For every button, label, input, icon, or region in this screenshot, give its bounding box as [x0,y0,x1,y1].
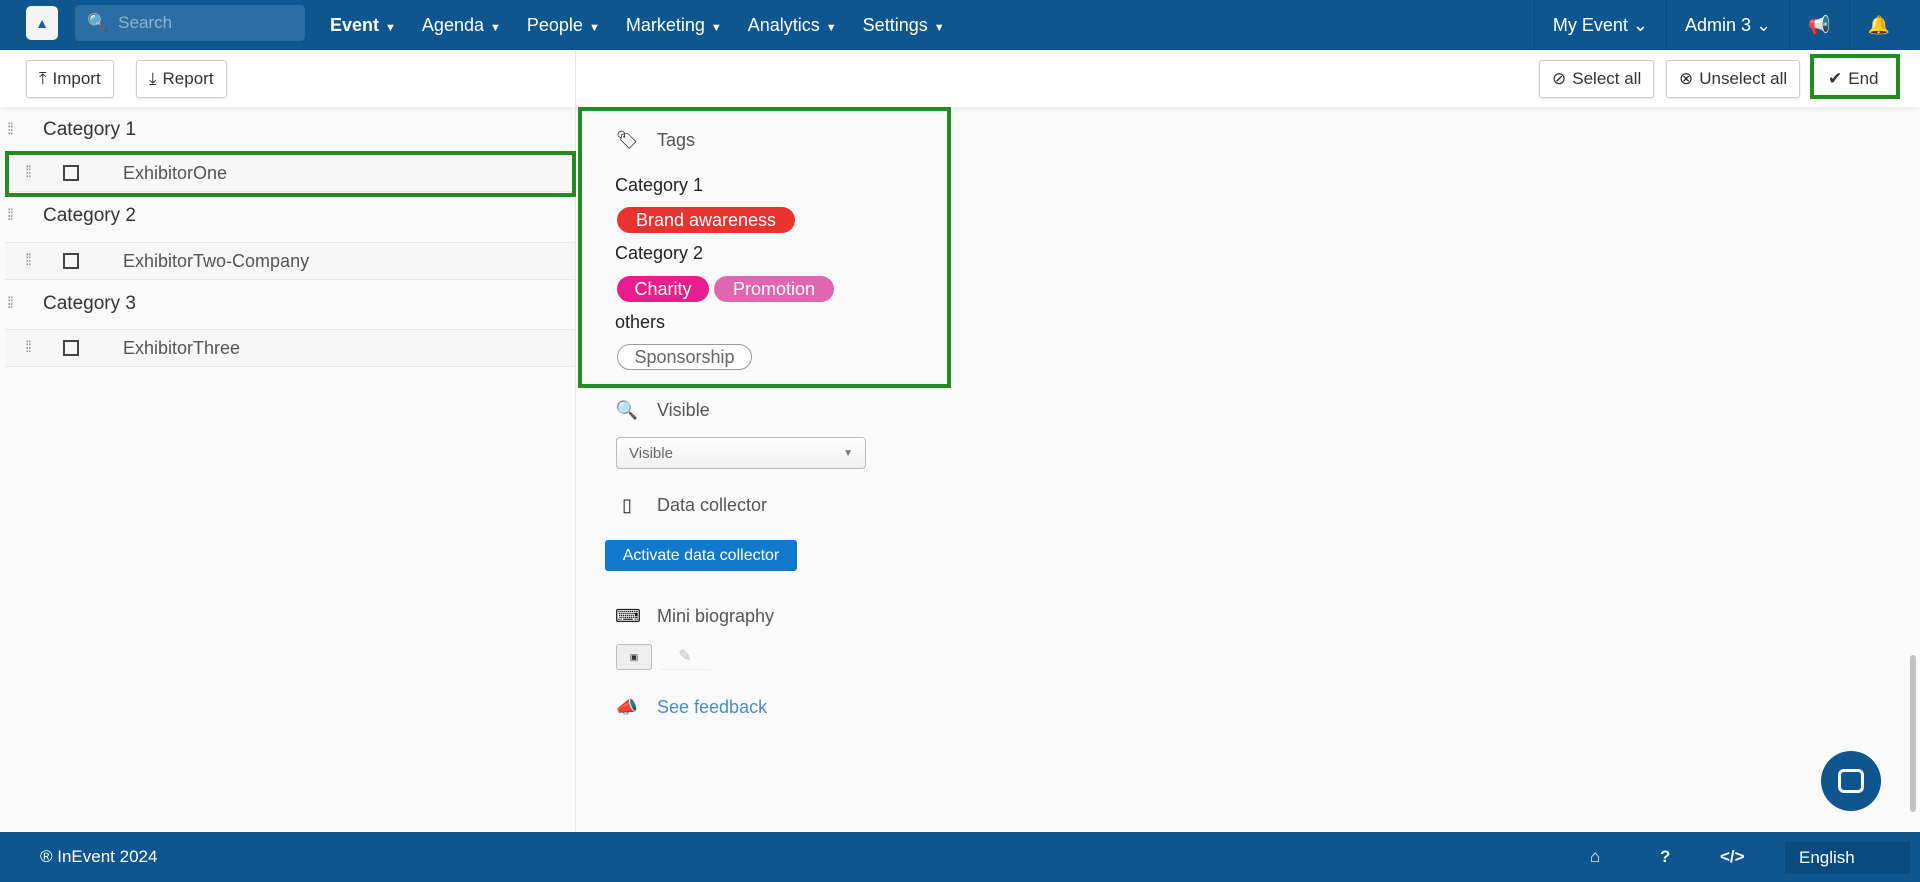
footer: ® InEvent 2024 ⌂ ? </> English [0,832,1920,882]
activate-data-collector-button[interactable]: Activate data collector [605,540,797,571]
tag-pill[interactable]: Promotion [714,276,834,302]
category-row[interactable]: ⁞⁞ Category 2 [5,198,575,234]
checkbox[interactable] [63,340,79,356]
unselect-all-button[interactable]: ⊗ Unselect all [1666,60,1801,98]
download-icon: ⤓ [149,69,157,88]
tag-pill[interactable]: Charity [617,276,709,302]
data-collector-header: ▯ Data collector [615,495,767,516]
mini-biography-header: ⌨ Mini biography [615,606,775,626]
see-feedback-link[interactable]: 📣 See feedback [615,697,767,718]
x-circle-icon: ⊗ [1679,69,1694,88]
tag-group-label: others [615,312,666,332]
menu-marketing[interactable]: Marketing ▼ [626,15,722,36]
top-nav: ▲ 🔍 Search Event ▼ Agenda ▼ People ▼ Marketi… [0,0,1920,50]
search-input[interactable]: 🔍 Search [75,5,305,41]
list-item[interactable]: ⁞⁞ ExhibitorTwo-Company [5,242,575,280]
tag-group-label: Category 1 [615,175,704,195]
drag-handle-icon[interactable]: ⁞⁞ [5,207,43,225]
menu-settings[interactable]: Settings ▼ [863,15,945,36]
search-icon: 🔍 [87,13,109,32]
menu-agenda[interactable]: Agenda ▼ [422,15,501,36]
bullhorn-icon: 📣 [615,697,639,717]
tag-pill[interactable]: Sponsorship [617,344,752,370]
chevron-down-icon: ⌄ [1632,14,1648,35]
scrollbar[interactable] [1910,655,1916,812]
app-logo[interactable]: ▲ [26,6,58,40]
code-icon[interactable]: </> [1720,847,1745,867]
edit-icon[interactable]: ✎ [660,644,710,670]
user-menu[interactable]: Admin 3 ⌄ [1666,0,1789,50]
mobile-icon: ▯ [622,495,632,515]
list-item[interactable]: ⁞⁞ ExhibitorThree [5,329,575,367]
search-placeholder: Search [118,13,173,32]
megaphone-icon[interactable]: 📢 [1789,0,1848,50]
help-icon[interactable]: ? [1660,847,1670,867]
select-all-button[interactable]: ⊘ Select all [1539,60,1655,98]
tag-pill[interactable]: Brand awareness [617,207,795,233]
menu-event[interactable]: Event ▼ [330,15,396,36]
upload-icon: ⤒ [39,69,47,88]
highlight-exhibitor [5,151,576,197]
keyboard-icon: ⌨ [615,606,641,626]
bell-icon[interactable]: 🔔 [1848,0,1920,50]
chevron-down-icon: ⌄ [1756,14,1772,35]
category-row[interactable]: ⁞⁞ Category 1 [5,112,575,148]
event-selector[interactable]: My Event ⌄ [1533,0,1666,50]
search-icon: 🔍 [615,400,639,420]
report-button[interactable]: ⤓ Report [136,60,227,98]
check-circle-icon: ⊘ [1552,69,1567,88]
home-icon[interactable]: ⌂ [1590,847,1600,867]
copyright: ® InEvent 2024 [40,847,158,866]
menu-people[interactable]: People ▼ [527,15,600,36]
menu-analytics[interactable]: Analytics ▼ [748,15,837,36]
tags-header: 🏷 Tags [615,130,696,150]
language-select[interactable]: English [1785,842,1910,874]
visible-header: 🔍 Visible [615,400,710,420]
drag-handle-icon[interactable]: ⁞⁞ [5,121,43,139]
chat-launcher-button[interactable] [1821,751,1881,811]
chat-icon [1838,769,1864,793]
text-mode-button[interactable]: ▣ [616,644,652,670]
tag-group-label: Category 2 [615,243,704,263]
visibility-select[interactable]: Visible ▼ [616,437,866,469]
drag-handle-icon[interactable]: ⁞⁞ [5,252,63,270]
highlight-end [1810,54,1900,99]
toolbar: ⤒ Import ⤓ Report ⊘ Select all ⊗ Unselect al… [0,50,1920,107]
drag-handle-icon[interactable]: ⁞⁞ [5,295,43,313]
tags-icon: 🏷 [615,130,639,150]
checkbox[interactable] [63,253,79,269]
category-row[interactable]: ⁞⁞ Category 3 [5,286,575,322]
caret-down-icon: ▼ [843,447,853,459]
drag-handle-icon[interactable]: ⁞⁞ [5,339,63,357]
import-button[interactable]: ⤒ Import [26,60,114,98]
